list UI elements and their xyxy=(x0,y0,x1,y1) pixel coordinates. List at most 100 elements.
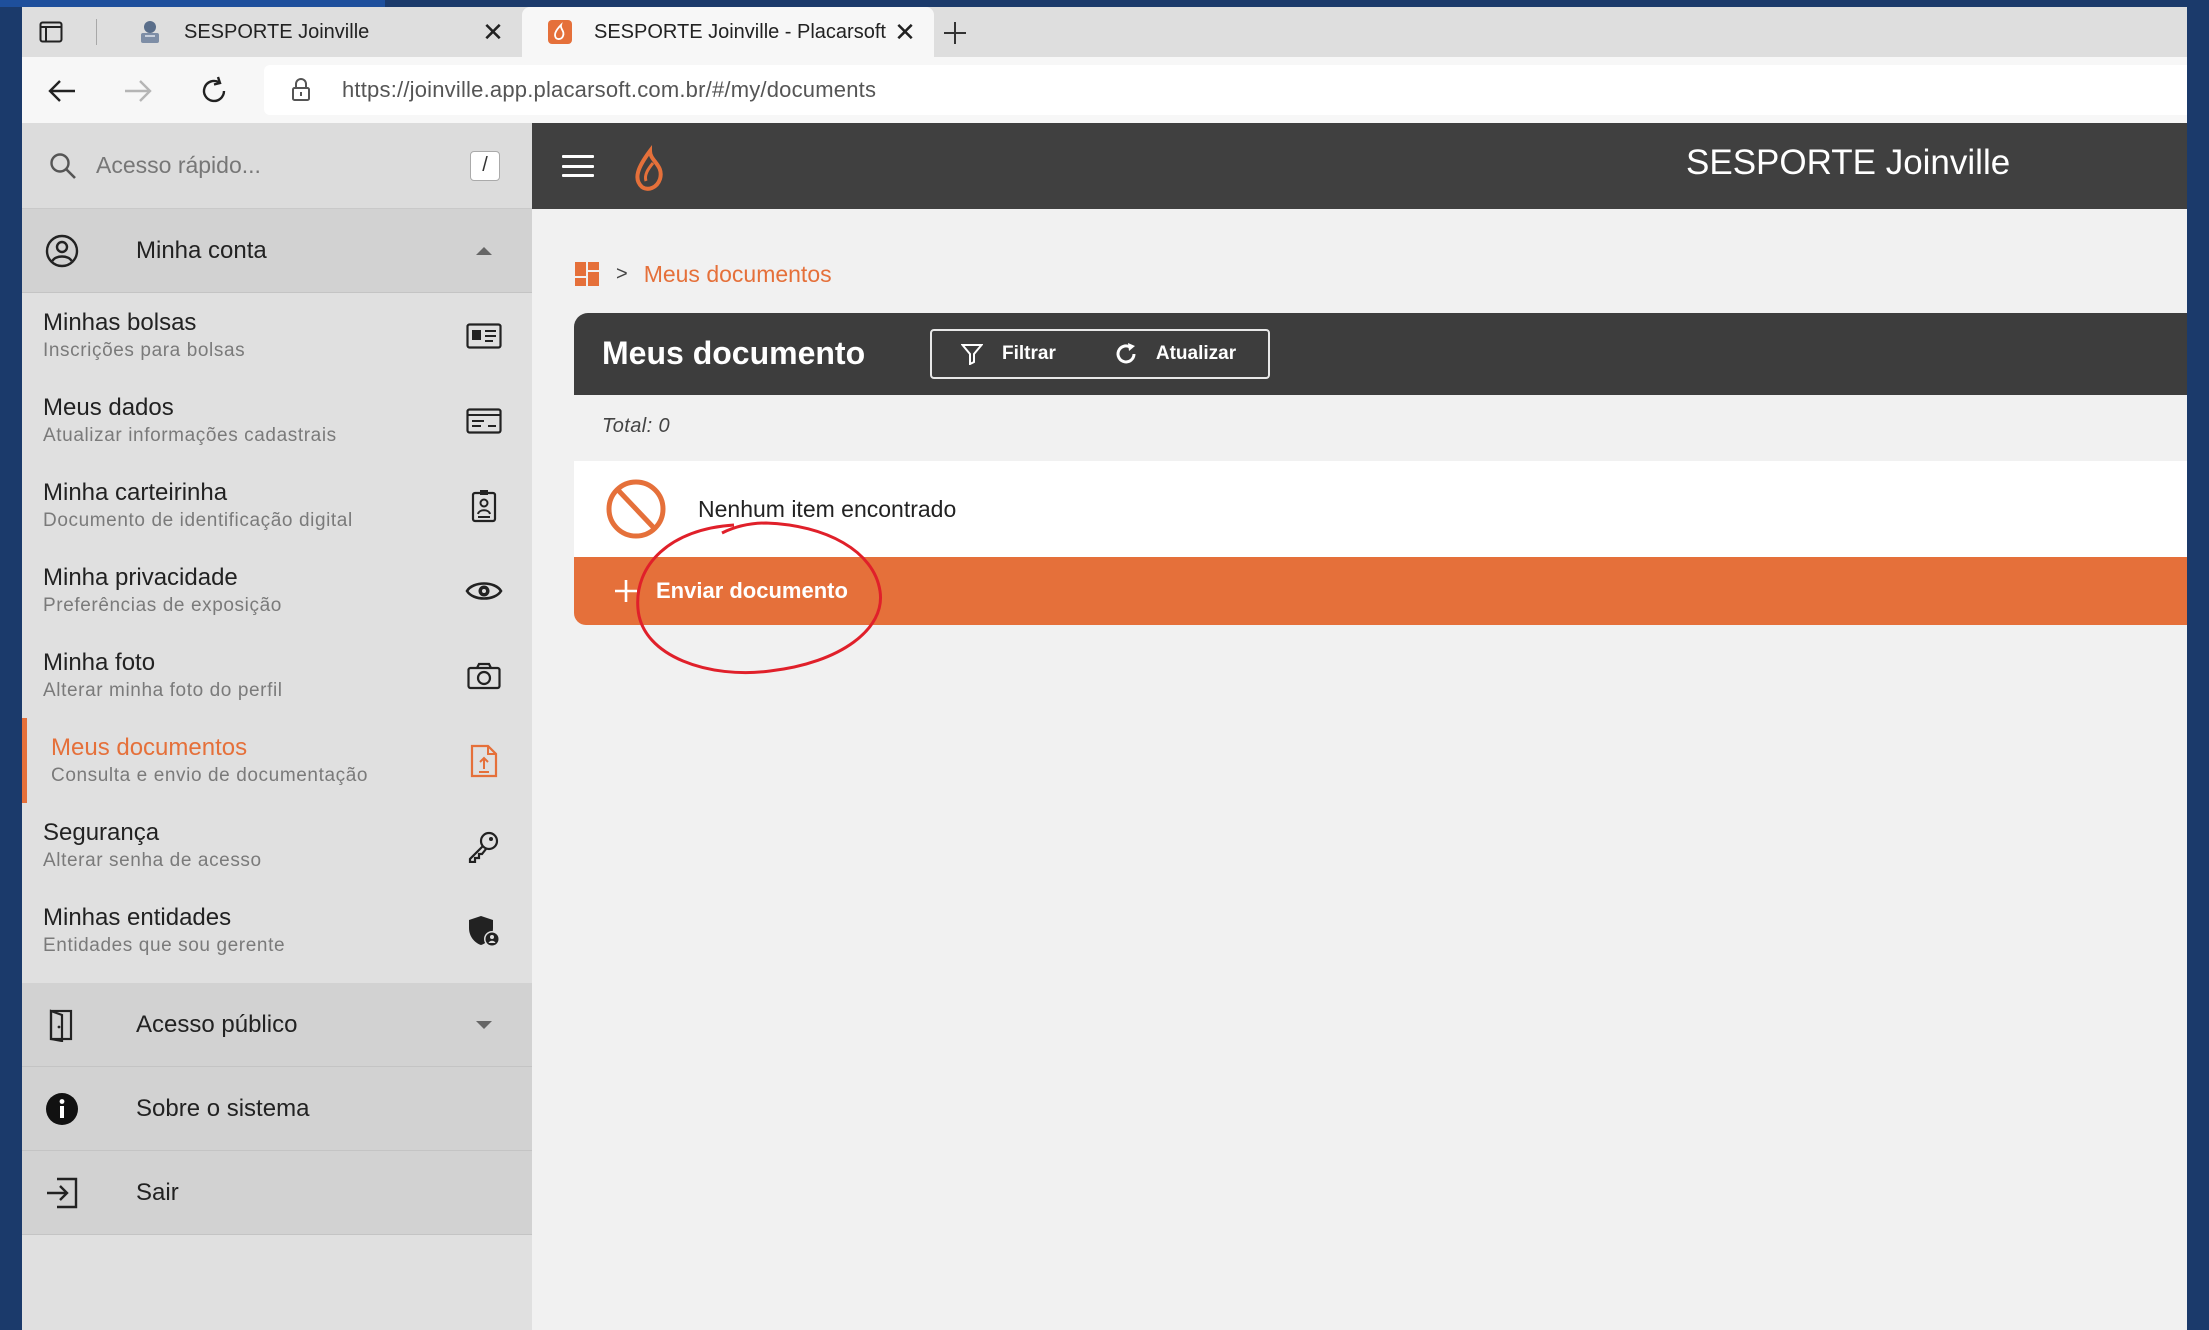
main-content: SESPORTE Joinville > Meus documentos Meu… xyxy=(532,123,2187,1330)
sesporte-favicon-icon xyxy=(136,18,164,46)
app-top-bar: SESPORTE Joinville xyxy=(532,123,2187,209)
breadcrumb-current[interactable]: Meus documentos xyxy=(644,261,832,288)
caret-up-icon xyxy=(474,241,494,261)
address-bar: https://joinville.app.placarsoft.com.br/… xyxy=(22,57,2187,123)
tab-actions-icon xyxy=(39,21,63,43)
menu-subtitle: Documento de identificação digital xyxy=(43,509,353,531)
section-acesso-publico[interactable]: Acesso público xyxy=(22,983,532,1067)
placarsoft-logo-icon xyxy=(635,145,663,191)
quick-search-placeholder: Acesso rápido... xyxy=(96,152,261,178)
menu-title: Minha privacidade xyxy=(43,563,238,591)
filter-icon xyxy=(960,342,984,366)
documents-title: Meus documento xyxy=(602,335,866,371)
menu-subtitle: Atualizar informações cadastrais xyxy=(43,424,337,446)
empty-message: Nenhum item encontrado xyxy=(698,495,957,522)
menu-subtitle: Preferências de exposição xyxy=(43,594,282,616)
reload-button[interactable] xyxy=(194,71,234,111)
menu-subtitle: Consulta e envio de documentação xyxy=(51,764,369,786)
section-minha-conta[interactable]: Minha conta xyxy=(22,209,532,293)
sair-item[interactable]: Sair xyxy=(22,1151,532,1235)
forward-button[interactable] xyxy=(118,71,158,111)
hamburger-menu-icon[interactable] xyxy=(560,149,596,183)
back-button[interactable] xyxy=(42,71,82,111)
id-card-icon xyxy=(462,314,506,358)
sidebar: Acesso rápido... / Minha conta Minhas bo… xyxy=(22,123,532,1330)
info-icon xyxy=(42,1089,82,1129)
sobre-o-sistema-item[interactable]: Sobre o sistema xyxy=(22,1067,532,1151)
new-tab-button[interactable] xyxy=(937,15,973,51)
logout-label: Sair xyxy=(136,1178,179,1206)
sidebar-item-meus-documentos[interactable]: Meus documentos Consulta e envio de docu… xyxy=(22,718,532,803)
tab-title: SESPORTE Joinville - Placarsoft xyxy=(594,20,886,43)
refresh-button[interactable]: Atualizar xyxy=(1114,331,1236,377)
sidebar-item-minha-carteirinha[interactable]: Minha carteirinha Documento de identific… xyxy=(22,463,532,548)
filter-label: Filtrar xyxy=(1002,343,1056,364)
plus-icon xyxy=(612,577,640,605)
section-label: Minha conta xyxy=(136,236,267,264)
arrow-right-icon xyxy=(125,80,152,102)
total-count: Total: 0 xyxy=(602,415,671,437)
section-label: Acesso público xyxy=(136,1010,298,1038)
plus-icon xyxy=(944,22,966,44)
menu-subtitle: Alterar senha de acesso xyxy=(43,849,262,871)
shield-user-icon xyxy=(462,909,506,953)
send-document-button[interactable]: Enviar documento xyxy=(574,557,2187,625)
door-icon xyxy=(42,1005,82,1045)
camera-icon xyxy=(462,654,506,698)
menu-title: Minhas bolsas xyxy=(43,308,197,336)
browser-window: SESPORTE Joinville ✕ SESPORTE Joinville … xyxy=(22,7,2187,1330)
search-shortcut-key: / xyxy=(470,150,500,181)
browser-tab-1[interactable]: SESPORTE Joinville ✕ xyxy=(112,7,522,57)
caret-down-icon xyxy=(474,1015,494,1035)
url-text: https://joinville.app.placarsoft.com.br/… xyxy=(342,77,877,102)
sidebar-item-minhas-entidades[interactable]: Minhas entidades Entidades que sou geren… xyxy=(22,888,532,973)
menu-subtitle: Inscrições para bolsas xyxy=(43,339,246,361)
search-icon xyxy=(46,149,80,183)
menu-title: Meus dados xyxy=(43,393,174,421)
menu-title: Minha carteirinha xyxy=(43,478,228,506)
sidebar-item-seguranca[interactable]: Segurança Alterar senha de acesso xyxy=(22,803,532,888)
breadcrumb-separator: > xyxy=(616,262,628,285)
breadcrumb: > Meus documentos xyxy=(574,257,832,291)
empty-state-card: Nenhum item encontrado xyxy=(574,461,2187,557)
filter-button[interactable]: Filtrar xyxy=(960,331,1056,377)
quick-search-input[interactable]: Acesso rápido... / xyxy=(22,123,532,209)
tab-divider xyxy=(96,19,97,45)
tab-close-icon[interactable]: ✕ xyxy=(478,17,508,47)
refresh-label: Atualizar xyxy=(1155,343,1237,364)
account-menu: Minhas bolsas Inscrições para bolsas Meu… xyxy=(22,293,532,973)
no-items-icon xyxy=(606,479,666,539)
menu-title: Segurança xyxy=(43,818,160,846)
url-field[interactable]: https://joinville.app.placarsoft.com.br/… xyxy=(264,65,2187,115)
browser-tab-2-active[interactable]: SESPORTE Joinville - Placarsoft ✕ xyxy=(522,7,934,57)
sidebar-item-minhas-bolsas[interactable]: Minhas bolsas Inscrições para bolsas xyxy=(22,293,532,378)
send-document-label: Enviar documento xyxy=(656,578,848,603)
menu-subtitle: Entidades que sou gerente xyxy=(43,934,286,956)
sidebar-item-minha-privacidade[interactable]: Minha privacidade Preferências de exposi… xyxy=(22,548,532,633)
app-title: SESPORTE Joinville xyxy=(1686,143,2011,182)
toolbar-button-group: Filtrar Atualizar xyxy=(930,329,1270,379)
arrow-left-icon xyxy=(48,80,75,102)
sidebar-item-minha-foto[interactable]: Minha foto Alterar minha foto do perfil xyxy=(22,633,532,718)
documents-header: Meus documento Filtrar Atualizar xyxy=(574,313,2187,395)
tab-actions-button[interactable] xyxy=(36,17,66,47)
dashboard-icon[interactable] xyxy=(574,261,600,287)
sidebar-item-meus-dados[interactable]: Meus dados Atualizar informações cadastr… xyxy=(22,378,532,463)
lock-icon[interactable] xyxy=(286,75,316,105)
profile-card-icon xyxy=(462,399,506,443)
tab-title: SESPORTE Joinville xyxy=(184,20,370,43)
badge-icon xyxy=(462,484,506,528)
file-upload-icon xyxy=(462,739,506,783)
key-icon xyxy=(462,824,506,868)
logout-icon xyxy=(42,1173,82,1213)
desktop-frame-left xyxy=(0,0,22,1330)
reload-icon xyxy=(202,76,226,103)
refresh-icon xyxy=(1114,342,1138,366)
desktop-frame-right xyxy=(2187,0,2209,1330)
menu-title: Meus documentos xyxy=(51,733,248,761)
desktop-frame-top xyxy=(0,0,385,7)
tab-close-icon[interactable]: ✕ xyxy=(890,17,920,47)
menu-subtitle: Alterar minha foto do perfil xyxy=(43,679,283,701)
eye-icon xyxy=(462,569,506,613)
placarsoft-favicon-icon xyxy=(546,18,574,46)
